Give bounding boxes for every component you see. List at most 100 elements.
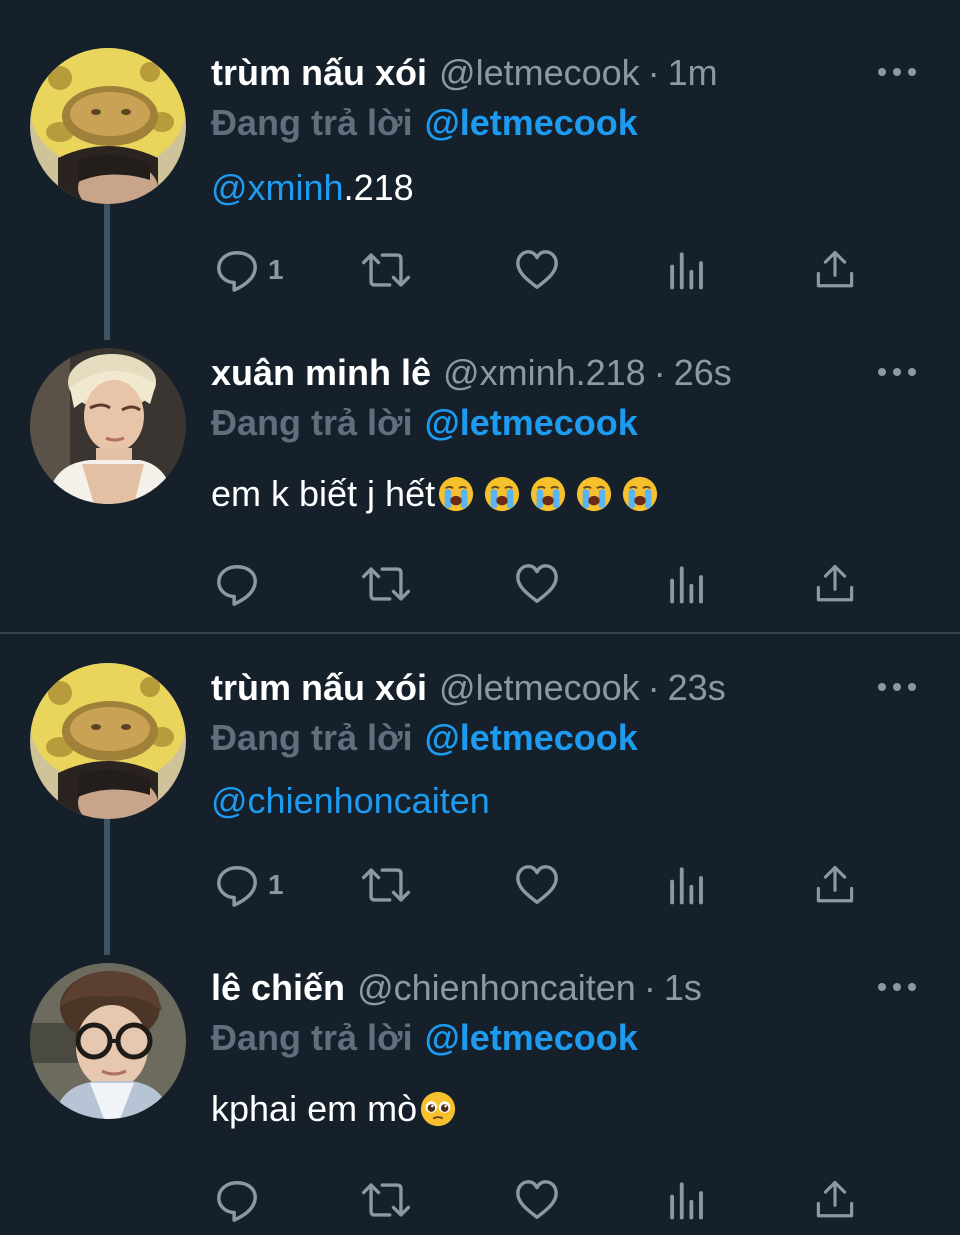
loudly-crying-face-emoji (621, 475, 659, 513)
upload-arrow-icon (814, 562, 856, 606)
bar-chart-icon (666, 248, 708, 292)
giraffe-hat-avatar-image (30, 663, 186, 819)
separator-dot: · (647, 667, 660, 708)
retweet-button[interactable] (358, 860, 414, 910)
share-button[interactable] (814, 559, 856, 609)
more-options-icon[interactable] (878, 677, 916, 697)
user-handle[interactable]: @xminh.218 (443, 352, 646, 394)
retweet-button[interactable] (358, 245, 414, 295)
replying-to-label: Đang trả lời (211, 402, 413, 443)
replying-to-link[interactable]: @letmecook (425, 102, 638, 144)
mention-link[interactable]: @chienhoncaiten (211, 780, 490, 822)
upload-arrow-icon (814, 1178, 856, 1222)
tweet-header: xuân minh lê @xminh.218 · 26s (211, 348, 732, 398)
more-options-icon[interactable] (878, 977, 916, 997)
replying-to-link[interactable]: @letmecook (425, 717, 638, 759)
glasses-avatar-image (30, 963, 186, 1119)
timeline-feed: trùm nấu xói @letmecook · 1m Đang trả lờ… (0, 0, 960, 1235)
replying-to: Đang trả lời @letmecook (211, 713, 638, 763)
timestamp[interactable]: 1m (668, 52, 718, 94)
conversation-divider (0, 632, 960, 634)
tweet-text: @chienhoncaiten (211, 771, 490, 831)
retweet-arrows-icon (358, 247, 414, 293)
tweet-actions (0, 559, 960, 609)
timestamp[interactable]: 23s (668, 667, 726, 709)
like-button[interactable] (514, 245, 560, 295)
reply-button[interactable]: 1 (214, 860, 284, 910)
bar-chart-icon (666, 562, 708, 606)
pleading-face-emoji (419, 1090, 457, 1128)
speech-bubble-icon (214, 247, 260, 293)
display-name[interactable]: xuân minh lê (211, 352, 431, 394)
loudly-crying-face-emoji (575, 475, 613, 513)
blonde-hair-avatar-image (30, 348, 186, 504)
upload-arrow-icon (814, 863, 856, 907)
reply-button[interactable] (214, 559, 268, 609)
replying-to-label: Đang trả lời (211, 1017, 413, 1058)
display-name[interactable]: trùm nấu xói (211, 52, 427, 94)
replying-to-label: Đang trả lời (211, 717, 413, 758)
replying-to: Đang trả lời @letmecook (211, 98, 638, 148)
reply-button[interactable]: 1 (214, 245, 284, 295)
tweet-text: em k biết j hết (211, 464, 659, 524)
user-handle[interactable]: @letmecook (439, 667, 640, 709)
reply-button[interactable] (214, 1175, 268, 1225)
like-button[interactable] (514, 559, 560, 609)
avatar[interactable] (30, 348, 186, 504)
replying-to-link[interactable]: @letmecook (425, 1017, 638, 1059)
tweet-header: lê chiến @chienhoncaiten · 1s (211, 963, 702, 1013)
separator-dot: · (653, 352, 666, 393)
share-button[interactable] (814, 1175, 856, 1225)
tweet-actions: 1 (0, 245, 960, 295)
avatar[interactable] (30, 48, 186, 204)
speech-bubble-icon (214, 561, 260, 607)
user-handle[interactable]: @letmecook (439, 52, 640, 94)
tweet-actions: 1 (0, 860, 960, 910)
user-handle[interactable]: @chienhoncaiten (357, 967, 636, 1009)
loudly-crying-face-emoji (529, 475, 567, 513)
mention-link[interactable]: @xminh (211, 167, 344, 209)
views-button[interactable] (666, 1175, 708, 1225)
replying-to-label: Đang trả lời (211, 102, 413, 143)
more-options-icon[interactable] (878, 62, 916, 82)
speech-bubble-icon (214, 862, 260, 908)
views-button[interactable] (666, 559, 708, 609)
retweet-arrows-icon (358, 862, 414, 908)
like-button[interactable] (514, 1175, 560, 1225)
tweet-body-text: kphai em mò (211, 1088, 418, 1129)
retweet-button[interactable] (358, 1175, 414, 1225)
retweet-arrows-icon (358, 561, 414, 607)
views-button[interactable] (666, 860, 708, 910)
timestamp[interactable]: 1s (664, 967, 702, 1009)
share-button[interactable] (814, 860, 856, 910)
display-name[interactable]: trùm nấu xói (211, 667, 427, 709)
thread-connector-line (104, 819, 110, 955)
more-options-icon[interactable] (878, 362, 916, 382)
display-name[interactable]: lê chiến (211, 967, 345, 1009)
heart-icon (514, 1177, 560, 1223)
reply-count: 1 (268, 254, 284, 285)
retweet-arrows-icon (358, 1177, 414, 1223)
replying-to-link[interactable]: @letmecook (425, 402, 638, 444)
reply-count: 1 (268, 869, 284, 900)
avatar[interactable] (30, 663, 186, 819)
heart-icon (514, 561, 560, 607)
tweet-body-text: .218 (343, 167, 414, 208)
avatar[interactable] (30, 963, 186, 1119)
loudly-crying-face-emoji (437, 475, 475, 513)
tweet-header: trùm nấu xói @letmecook · 1m (211, 48, 718, 98)
like-button[interactable] (514, 860, 560, 910)
giraffe-hat-avatar-image (30, 48, 186, 204)
replying-to: Đang trả lời @letmecook (211, 1013, 638, 1063)
bar-chart-icon (666, 863, 708, 907)
upload-arrow-icon (814, 248, 856, 292)
thread-connector-line (104, 204, 110, 340)
timestamp[interactable]: 26s (674, 352, 732, 394)
retweet-button[interactable] (358, 559, 414, 609)
share-button[interactable] (814, 245, 856, 295)
bar-chart-icon (666, 1178, 708, 1222)
views-button[interactable] (666, 245, 708, 295)
tweet-header: trùm nấu xói @letmecook · 23s (211, 663, 726, 713)
separator-dot: · (643, 967, 656, 1008)
speech-bubble-icon (214, 1177, 260, 1223)
